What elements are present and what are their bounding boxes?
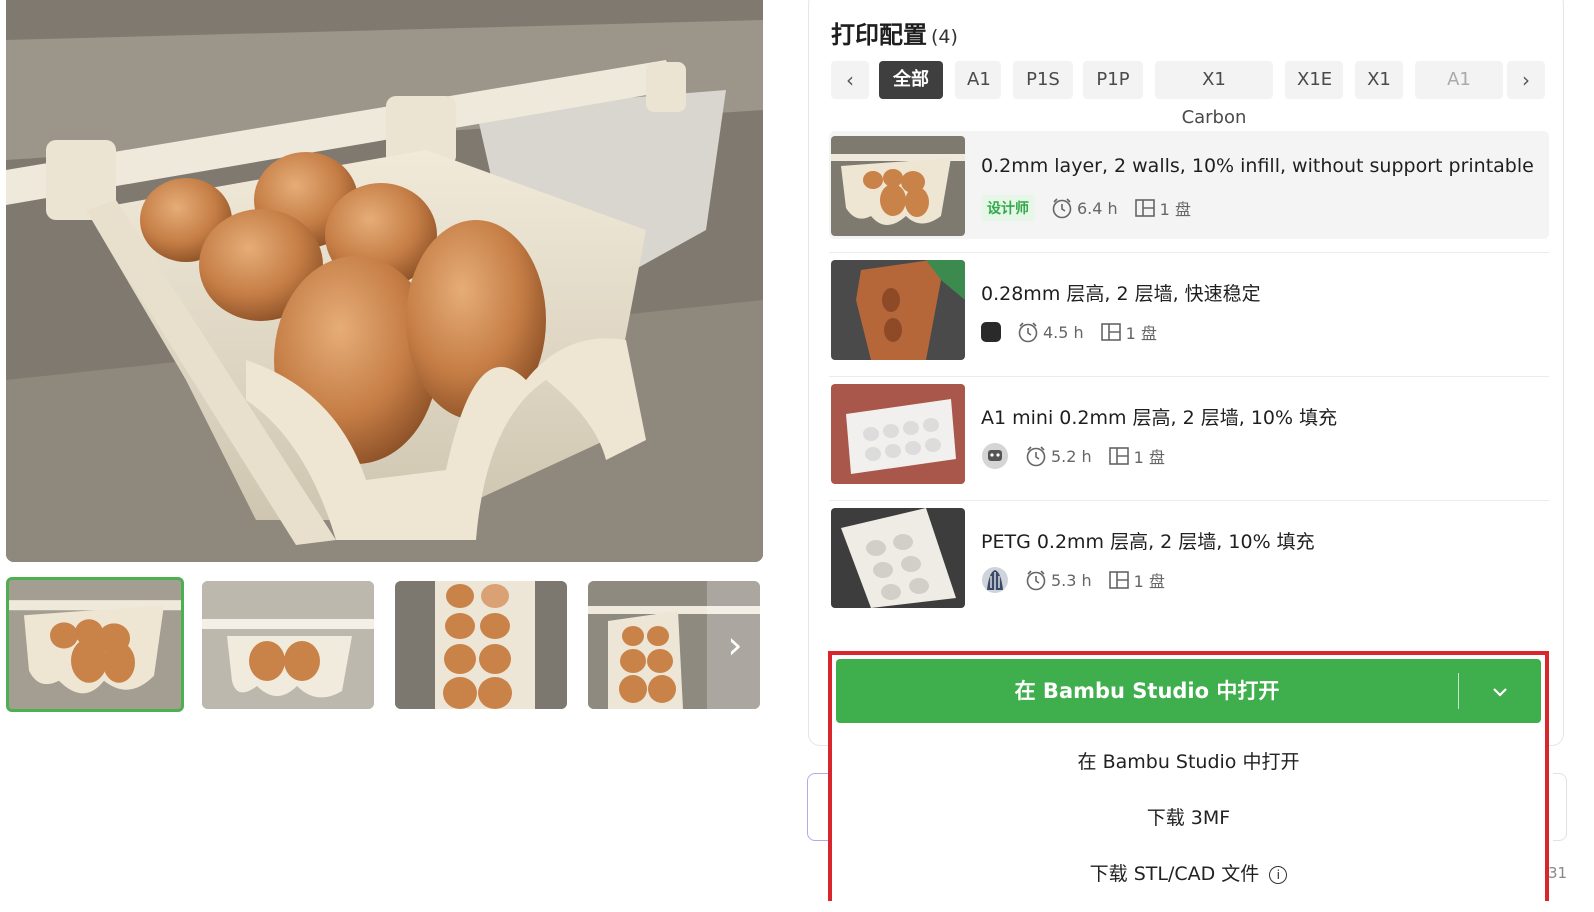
print-time-value: 5.2 h: [1051, 446, 1092, 466]
tab-a1[interactable]: A1: [955, 61, 1001, 99]
author-avatar: [982, 443, 1008, 469]
egg-holder-photo-1: [9, 580, 181, 709]
menu-download-stl-cad[interactable]: 下载 STL/CAD 文件 i: [832, 852, 1545, 896]
plate-icon: [1108, 571, 1129, 589]
page: › 打印配置 (4) ‹ 全部 A1 P1S P1P X1 Carbon X1E …: [0, 0, 1594, 912]
profile-item[interactable]: A1 mini 0.2mm 层高, 2 层墙, 10% 填充 5.2 h 1 盘: [829, 379, 1549, 487]
open-in-bambu-studio-button[interactable]: 在 Bambu Studio 中打开: [836, 659, 1541, 723]
clock-icon: [1026, 570, 1046, 591]
info-icon[interactable]: i: [1269, 865, 1288, 884]
plate-count-value: 1 盘: [1159, 200, 1191, 219]
print-profiles-count: (4): [931, 26, 958, 48]
author-avatar: [981, 322, 1001, 342]
profile-name: PETG 0.2mm 层高, 2 层墙, 10% 填充: [981, 531, 1315, 553]
print-time-value: 6.4 h: [1077, 198, 1118, 218]
menu-download-3mf[interactable]: 下载 3MF: [832, 796, 1545, 840]
print-time-value: 5.3 h: [1051, 570, 1092, 590]
chevron-left-icon: ‹: [846, 68, 854, 92]
tabs-prev-button[interactable]: ‹: [831, 61, 869, 99]
plate-count: 1 盘: [1100, 320, 1157, 344]
hidden-card-edge: [1553, 773, 1567, 841]
tab-p1s[interactable]: P1S: [1013, 61, 1073, 99]
plate-count-value: 1 盘: [1133, 572, 1165, 591]
plate-count: 1 盘: [1134, 196, 1191, 220]
divider: [829, 376, 1549, 377]
open-button-label: 在 Bambu Studio 中打开: [1014, 679, 1280, 703]
printer-filter-tabs: ‹ 全部 A1 P1S P1P X1 Carbon X1E X1 A1 mini…: [831, 61, 1547, 128]
thumbnail-next-button[interactable]: ›: [707, 577, 763, 713]
tab-x1-carbon[interactable]: X1 Carbon: [1155, 61, 1273, 128]
tab-p1p[interactable]: P1P: [1083, 61, 1143, 99]
plate-icon: [1100, 323, 1121, 341]
open-menu-highlight: 在 Bambu Studio 中打开 在 Bambu Studio 中打开 下载…: [828, 651, 1549, 901]
print-time: 5.3 h: [1025, 569, 1092, 591]
profile-item[interactable]: 0.28mm 层高, 2 层墙, 快速稳定 4.5 h 1 盘: [829, 255, 1549, 363]
menu-download-stl-label: 下载 STL/CAD 文件: [1089, 863, 1260, 885]
profile-name: 0.28mm 层高, 2 层墙, 快速稳定: [981, 283, 1261, 305]
plate-count-value: 1 盘: [1125, 324, 1157, 343]
chevron-right-icon: ›: [727, 623, 743, 667]
profile-item[interactable]: PETG 0.2mm 层高, 2 层墙, 10% 填充 5.3 h 1 盘: [829, 503, 1549, 611]
profile-meta: 5.2 h 1 盘: [981, 443, 1165, 469]
profile-name: A1 mini 0.2mm 层高, 2 层墙, 10% 填充: [981, 407, 1338, 429]
print-time: 5.2 h: [1025, 445, 1092, 467]
tab-all[interactable]: 全部: [879, 61, 943, 99]
profile-thumbnail: [831, 136, 965, 236]
clock-icon: [1052, 198, 1072, 219]
thumbnail-1[interactable]: [6, 577, 184, 712]
thumbnail-strip: ›: [6, 577, 763, 713]
menu-open-in-bambu-studio[interactable]: 在 Bambu Studio 中打开: [832, 740, 1545, 784]
profile-meta: 4.5 h 1 盘: [981, 319, 1157, 345]
profile-thumbnail: [831, 260, 965, 360]
plate-count: 1 盘: [1108, 444, 1165, 468]
edge-text: 31: [1548, 864, 1568, 882]
plate-icon: [1134, 199, 1155, 217]
print-profiles-title: 打印配置 (4): [831, 15, 958, 50]
print-profiles-title-text: 打印配置: [831, 21, 927, 49]
divider: [829, 252, 1549, 253]
thumbnail-2[interactable]: [202, 581, 374, 709]
menu-download-3mf-label: 下载 3MF: [1146, 807, 1231, 829]
print-time: 4.5 h: [1017, 321, 1084, 343]
tab-x1[interactable]: X1: [1355, 61, 1403, 99]
tab-x1e[interactable]: X1E: [1285, 61, 1343, 99]
menu-open-label: 在 Bambu Studio 中打开: [1077, 751, 1300, 773]
open-options-toggle[interactable]: [1459, 659, 1541, 723]
clock-icon: [1026, 446, 1046, 467]
profile-meta: 5.3 h 1 盘: [981, 567, 1165, 593]
chevron-right-icon: ›: [1522, 68, 1530, 92]
clock-icon: [1018, 322, 1038, 343]
plate-icon: [1108, 447, 1129, 465]
egg-holder-photo-3: [395, 581, 567, 709]
profile-thumbnail: [831, 508, 965, 608]
print-time-value: 4.5 h: [1043, 322, 1084, 342]
tab-a1-mini[interactable]: A1 mini: [1415, 61, 1503, 99]
print-profiles-panel: 打印配置 (4) ‹ 全部 A1 P1S P1P X1 Carbon X1E X1…: [808, 0, 1564, 746]
profile-meta: 设计师 6.4 h 1 盘: [981, 195, 1191, 221]
chevron-down-icon: [1493, 687, 1507, 697]
egg-holder-photo-2: [202, 581, 374, 709]
plate-count: 1 盘: [1108, 568, 1165, 592]
tabs-next-button[interactable]: ›: [1507, 61, 1545, 99]
thumbnail-3[interactable]: [395, 581, 567, 709]
profile-name: 0.2mm layer, 2 walls, 10% infill, withou…: [981, 155, 1534, 177]
divider: [829, 500, 1549, 501]
print-time: 6.4 h: [1051, 197, 1118, 219]
profile-thumbnail: [831, 384, 965, 484]
profile-item[interactable]: 0.2mm layer, 2 walls, 10% infill, withou…: [829, 131, 1549, 239]
author-avatar: [982, 567, 1008, 593]
plate-count-value: 1 盘: [1133, 448, 1165, 467]
designer-badge: 设计师: [981, 195, 1035, 221]
main-model-image[interactable]: [6, 0, 763, 562]
egg-holder-photo: [6, 0, 763, 562]
